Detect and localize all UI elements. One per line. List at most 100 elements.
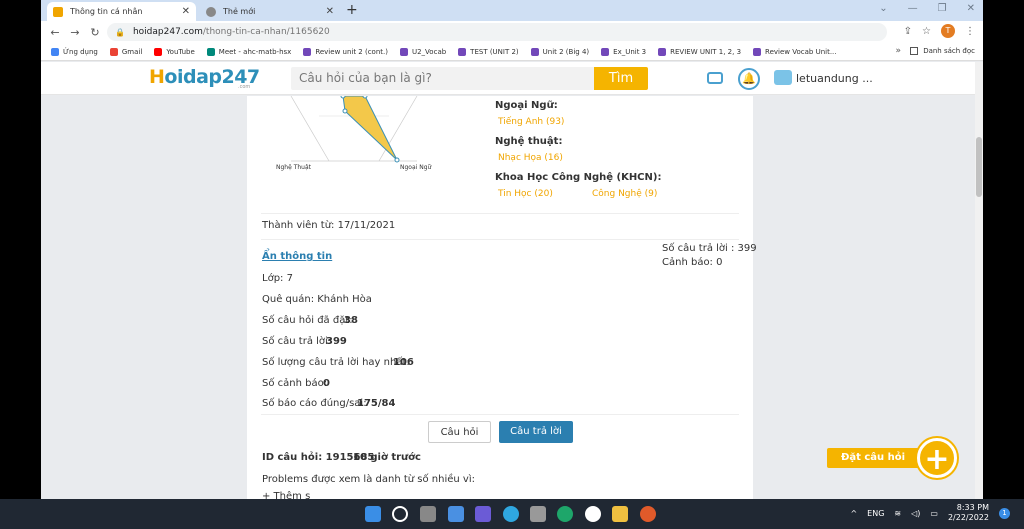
- bookmark-label: Ứng dụng: [63, 47, 98, 56]
- tab-thong-tin-ca-nhan[interactable]: Thông tin cá nhân ✕: [47, 2, 196, 21]
- chevron-up-icon[interactable]: ^: [850, 509, 857, 518]
- profile-card: Nghệ Thuật Ngoại Ngữ Ngoại Ngữ: Tiếng An…: [247, 96, 757, 499]
- more-bookmarks-icon[interactable]: »: [895, 46, 901, 56]
- answers-tab-button[interactable]: Câu trả lời: [499, 421, 573, 443]
- profile-avatar[interactable]: T: [941, 24, 955, 38]
- questions-asked-value: 38: [344, 315, 358, 326]
- search-icon[interactable]: [392, 506, 408, 522]
- tab-the-moi[interactable]: Thẻ mới ✕: [200, 2, 340, 21]
- star-icon[interactable]: ☆: [922, 26, 931, 37]
- forms-icon: [658, 47, 667, 56]
- forms-icon: [399, 47, 408, 56]
- username[interactable]: letuandung ...: [796, 72, 873, 85]
- back-icon[interactable]: ←: [45, 26, 65, 39]
- windows-taskbar: ^ ENG ≋ ◁) ▭ 8:33 PM 2/22/2022 1: [0, 499, 1024, 529]
- bookmark-youtube[interactable]: YouTube: [154, 47, 195, 56]
- chrome-taskbar-icon[interactable]: [640, 506, 656, 522]
- search-button[interactable]: Tìm: [594, 67, 648, 90]
- tab-title: Thông tin cá nhân: [70, 7, 143, 16]
- ask-question-plus-button[interactable]: +: [917, 438, 957, 478]
- volume-icon[interactable]: ◁): [911, 509, 920, 518]
- bell-icon[interactable]: 🔔: [738, 68, 760, 90]
- address-bar[interactable]: 🔒 hoidap247.com/thong-tin-ca-nhan/116562…: [107, 23, 887, 41]
- task-view-icon[interactable]: [420, 506, 436, 522]
- bookmark-ex-unit3[interactable]: Ex_Unit 3: [601, 47, 646, 56]
- clock-date: 2/22/2022: [947, 513, 989, 522]
- windows-start-icon[interactable]: [365, 506, 381, 522]
- forms-icon: [601, 47, 610, 56]
- menu-icon[interactable]: ⋮: [965, 26, 975, 37]
- tab-strip: Thông tin cá nhân ✕ Thẻ mới ✕ + ⌄ — ❐ ✕: [41, 0, 983, 21]
- notification-badge[interactable]: 1: [999, 507, 1010, 519]
- chat-icon[interactable]: [707, 72, 723, 84]
- meet-icon: [206, 47, 215, 56]
- page-scrollbar[interactable]: [975, 62, 983, 499]
- minimize-icon[interactable]: —: [908, 3, 918, 14]
- search-input[interactable]: Câu hỏi của bạn là gì?: [291, 67, 595, 90]
- bookmark-apps[interactable]: Ứng dụng: [51, 47, 98, 56]
- questions-tab-button[interactable]: Câu hỏi: [428, 421, 491, 443]
- radar-label-left: Nghệ Thuật: [276, 164, 311, 171]
- lock-icon: 🔒: [115, 27, 125, 37]
- reports-label: Số báo cáo đúng/sai:: [262, 398, 367, 409]
- new-tab-icon[interactable]: +: [346, 2, 358, 18]
- chat-app-icon[interactable]: [475, 506, 491, 522]
- app-icon[interactable]: [503, 506, 519, 522]
- question-body[interactable]: Problems được xem là danh từ số nhiều vì…: [262, 474, 475, 485]
- subject-heading: Nghệ thuật:: [495, 136, 563, 147]
- reload-icon[interactable]: ↻: [85, 26, 105, 39]
- reading-list-icon: [910, 47, 919, 55]
- ask-question-label[interactable]: Đặt câu hỏi: [827, 448, 919, 468]
- wifi-icon[interactable]: ≋: [894, 509, 901, 518]
- tab-title: Thẻ mới: [223, 7, 256, 16]
- subject-item[interactable]: Tin Học (20): [498, 189, 553, 199]
- forward-icon[interactable]: →: [65, 26, 85, 39]
- bookmark-review-unit2[interactable]: Review unit 2 (cont.): [303, 47, 388, 56]
- battery-icon[interactable]: ▭: [930, 509, 938, 518]
- bookmark-unit2-big4[interactable]: Unit 2 (Big 4): [530, 47, 589, 56]
- question-more[interactable]: + Thêm s: [262, 491, 310, 499]
- user-avatar[interactable]: [774, 70, 792, 85]
- close-tab-icon[interactable]: ✕: [326, 6, 334, 17]
- forms-icon: [303, 47, 312, 56]
- reading-list-label: Danh sách đọc: [923, 47, 975, 55]
- bookmark-review-vocab[interactable]: Review Vocab Unit...: [753, 47, 837, 56]
- bookmark-u2-vocab[interactable]: U2_Vocab: [399, 47, 446, 56]
- youtube-icon: [154, 47, 163, 56]
- bookmark-review-unit123[interactable]: REVIEW UNIT 1, 2, 3: [658, 47, 741, 56]
- reading-list-button[interactable]: Danh sách đọc: [910, 47, 975, 55]
- language-indicator[interactable]: ENG: [867, 509, 884, 518]
- question-time: 10 giờ trước: [353, 452, 421, 463]
- bookmark-label: Gmail: [121, 47, 143, 56]
- site-header: Hoidap247 .com Câu hỏi của bạn là gì? Tì…: [41, 62, 983, 95]
- apps-icon: [51, 47, 59, 56]
- widgets-icon[interactable]: [448, 506, 464, 522]
- subject-item[interactable]: Tiếng Anh (93): [498, 117, 564, 127]
- url-path: /thong-tin-ca-nhan/1165620: [202, 27, 330, 37]
- close-tab-icon[interactable]: ✕: [182, 6, 190, 17]
- window-controls: ⌄ — ❐ ✕: [879, 3, 975, 14]
- store-icon[interactable]: [530, 506, 546, 522]
- edge-icon[interactable]: [557, 506, 573, 522]
- chevron-down-icon[interactable]: ⌄: [879, 3, 887, 14]
- close-window-icon[interactable]: ✕: [967, 3, 975, 14]
- share-icon[interactable]: ⇪: [904, 26, 912, 37]
- forms-icon: [753, 47, 762, 56]
- clock[interactable]: 8:33 PM 2/22/2022: [948, 503, 989, 523]
- bookmark-gmail[interactable]: Gmail: [109, 47, 143, 56]
- maximize-icon[interactable]: ❐: [938, 3, 947, 14]
- hide-info-link[interactable]: Ẩn thông tin: [262, 251, 332, 262]
- bookmark-label: Review unit 2 (cont.): [315, 47, 388, 56]
- file-explorer-icon[interactable]: [612, 506, 628, 522]
- subject-heading: Ngoại Ngữ:: [495, 100, 558, 111]
- subject-item[interactable]: Công Nghệ (9): [592, 189, 657, 199]
- chrome-icon: [206, 6, 216, 17]
- bookmark-meet[interactable]: Meet - ahc-matb-hsx: [206, 47, 291, 56]
- browser-window: Thông tin cá nhân ✕ Thẻ mới ✕ + ⌄ — ❐ ✕ …: [41, 0, 983, 499]
- subject-item[interactable]: Nhạc Họa (16): [498, 153, 563, 163]
- obs-icon[interactable]: [585, 506, 601, 522]
- bookmarks-bar: Ứng dụng Gmail YouTube Meet - ahc-matb-h…: [41, 43, 983, 61]
- bookmark-test-unit2[interactable]: TEST (UNIT 2): [458, 47, 519, 56]
- scrollbar-thumb[interactable]: [976, 137, 982, 197]
- hoidap-favicon-icon: [53, 6, 63, 17]
